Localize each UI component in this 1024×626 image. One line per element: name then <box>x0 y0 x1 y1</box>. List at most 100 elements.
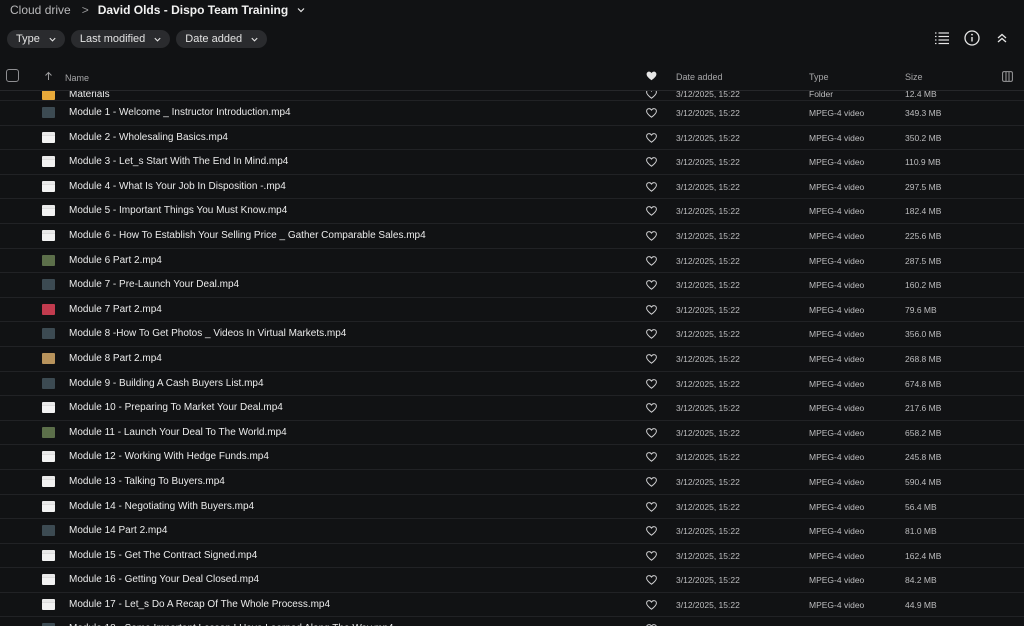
favorite-heart-icon[interactable] <box>646 378 657 389</box>
file-size: 217.6 MB <box>905 403 942 414</box>
favorite-heart-icon[interactable] <box>646 526 657 536</box>
favorite-heart-icon[interactable] <box>646 354 657 364</box>
breadcrumb-root[interactable]: Cloud drive <box>10 3 71 17</box>
file-row[interactable]: Module 6 Part 2.mp4 3/12/2025, 15:22 MPEG-… <box>0 249 1024 274</box>
file-type: MPEG-4 video <box>809 403 865 414</box>
file-name[interactable]: Module 3 - Let_s Start With The End In M… <box>69 156 288 167</box>
filter-bar: Type Last modified Date added <box>7 30 268 48</box>
file-row[interactable]: Module 18 - Some Important Lesson I Have… <box>0 617 1024 626</box>
favorite-heart-icon[interactable] <box>646 71 657 82</box>
filter-date-added[interactable]: Date added <box>176 30 268 48</box>
video-thumbnail-icon <box>42 598 55 610</box>
file-row[interactable]: Module 15 - Get The Contract Signed.mp4 3… <box>0 544 1024 569</box>
file-name[interactable]: Module 9 - Building A Cash Buyers List.m… <box>69 378 264 389</box>
file-name[interactable]: Module 17 - Let_s Do A Recap Of The Whol… <box>69 599 330 610</box>
file-name[interactable]: Module 12 - Working With Hedge Funds.mp4 <box>69 451 269 462</box>
favorite-heart-icon[interactable] <box>646 132 657 143</box>
file-row[interactable]: Module 10 - Preparing To Market Your Dea… <box>0 396 1024 421</box>
column-header-name[interactable]: Name <box>65 73 89 83</box>
info-icon[interactable] <box>964 30 980 46</box>
file-name[interactable]: Module 7 Part 2.mp4 <box>69 304 162 315</box>
file-name[interactable]: Module 7 - Pre-Launch Your Deal.mp4 <box>69 279 239 290</box>
favorite-heart-icon[interactable] <box>646 255 657 266</box>
favorite-heart-icon[interactable] <box>646 280 657 290</box>
file-name[interactable]: Module 11 - Launch Your Deal To The Worl… <box>69 427 287 438</box>
select-all-checkbox[interactable] <box>6 69 19 82</box>
favorite-heart-icon[interactable] <box>646 550 657 561</box>
file-row[interactable]: Module 8 Part 2.mp4 3/12/2025, 15:22 MPEG-… <box>0 347 1024 372</box>
column-header-date-added[interactable]: Date added <box>676 72 723 82</box>
favorite-heart-icon[interactable] <box>646 575 657 586</box>
file-name[interactable]: Module 6 Part 2.mp4 <box>69 255 162 266</box>
file-name[interactable]: Module 10 - Preparing To Market Your Dea… <box>69 402 283 413</box>
collapse-icon[interactable] <box>994 30 1010 46</box>
file-name[interactable]: Module 14 - Negotiating With Buyers.mp4 <box>69 501 254 512</box>
video-thumbnail-icon <box>42 328 55 340</box>
file-type: MPEG-4 video <box>809 304 865 315</box>
favorite-heart-icon[interactable] <box>646 599 657 610</box>
favorite-heart-icon[interactable] <box>646 181 657 192</box>
favorite-heart-icon[interactable] <box>646 157 657 168</box>
filter-last-modified[interactable]: Last modified <box>70 30 171 48</box>
file-row[interactable]: Module 13 - Talking To Buyers.mp4 3/12/20… <box>0 470 1024 495</box>
file-name[interactable]: Module 4 - What Is Your Job In Dispositi… <box>69 181 286 192</box>
sort-arrow-icon[interactable] <box>44 71 53 81</box>
file-size: 162.4 MB <box>905 550 942 561</box>
column-settings-icon[interactable] <box>1002 71 1013 82</box>
file-row[interactable]: Module 3 - Let_s Start With The End In M… <box>0 150 1024 175</box>
folder-icon <box>42 91 55 100</box>
file-date: 3/12/2025, 15:22 <box>676 353 740 364</box>
file-date: 3/12/2025, 15:22 <box>676 181 740 192</box>
file-row[interactable]: Module 5 - Important Things You Must Kno… <box>0 199 1024 224</box>
file-row[interactable]: Module 9 - Building A Cash Buyers List.m… <box>0 372 1024 397</box>
file-name[interactable]: Module 8 Part 2.mp4 <box>69 353 162 364</box>
favorite-heart-icon[interactable] <box>646 231 657 241</box>
file-name[interactable]: Module 14 Part 2.mp4 <box>69 525 167 536</box>
file-name[interactable]: Module 15 - Get The Contract Signed.mp4 <box>69 550 257 561</box>
file-date: 3/12/2025, 15:22 <box>676 575 740 586</box>
file-row[interactable]: Module 16 - Getting Your Deal Closed.mp4… <box>0 568 1024 593</box>
file-row[interactable]: Module 1 - Welcome _ Instructor Introduc… <box>0 101 1024 126</box>
file-size: 81.0 MB <box>905 526 937 537</box>
file-name[interactable]: Module 8 -How To Get Photos _ Videos In … <box>69 328 346 339</box>
favorite-heart-icon[interactable] <box>646 427 657 438</box>
file-row[interactable]: Module 7 Part 2.mp4 3/12/2025, 15:22 MPEG-… <box>0 298 1024 323</box>
file-size: 287.5 MB <box>905 255 942 266</box>
filter-type[interactable]: Type <box>7 30 65 48</box>
favorite-heart-icon[interactable] <box>646 108 657 118</box>
favorite-heart-icon[interactable] <box>646 329 657 340</box>
file-name[interactable]: Module 5 - Important Things You Must Kno… <box>69 205 287 216</box>
column-header-type[interactable]: Type <box>809 72 829 82</box>
file-row[interactable]: Module 17 - Let_s Do A Recap Of The Whol… <box>0 593 1024 618</box>
file-row[interactable]: Module 2 - Wholesaling Basics.mp4 3/12/20… <box>0 126 1024 151</box>
file-row[interactable]: Module 8 -How To Get Photos _ Videos In … <box>0 322 1024 347</box>
folder-row[interactable]: Materials 3/12/2025, 15:22 Folder 12.4 MB <box>0 91 1024 101</box>
breadcrumb-current-folder[interactable]: David Olds - Dispo Team Training <box>98 3 288 17</box>
file-name[interactable]: Module 1 - Welcome _ Instructor Introduc… <box>69 107 291 118</box>
list-view-icon[interactable] <box>934 30 950 46</box>
favorite-heart-icon[interactable] <box>646 91 657 99</box>
file-name[interactable]: Materials <box>69 91 110 100</box>
file-row[interactable]: Module 14 Part 2.mp4 3/12/2025, 15:22 MPEG… <box>0 519 1024 544</box>
file-row[interactable]: Module 11 - Launch Your Deal To The Worl… <box>0 421 1024 446</box>
favorite-heart-icon[interactable] <box>646 403 657 413</box>
file-name[interactable]: Module 2 - Wholesaling Basics.mp4 <box>69 132 228 143</box>
favorite-heart-icon[interactable] <box>646 452 657 463</box>
column-header-size[interactable]: Size <box>905 72 923 82</box>
favorite-heart-icon[interactable] <box>646 501 657 512</box>
favorite-heart-icon[interactable] <box>646 304 657 315</box>
file-row[interactable]: Module 12 - Working With Hedge Funds.mp4… <box>0 445 1024 470</box>
file-row[interactable]: Module 7 - Pre-Launch Your Deal.mp4 3/12/… <box>0 273 1024 298</box>
file-name[interactable]: Module 13 - Talking To Buyers.mp4 <box>69 476 225 487</box>
file-row[interactable]: Module 4 - What Is Your Job In Dispositi… <box>0 175 1024 200</box>
chevron-down-icon[interactable] <box>296 5 306 15</box>
favorite-heart-icon[interactable] <box>646 477 657 487</box>
file-row[interactable]: Module 6 - How To Establish Your Selling… <box>0 224 1024 249</box>
file-date: 3/12/2025, 15:22 <box>676 157 740 168</box>
file-row[interactable]: Module 14 - Negotiating With Buyers.mp4 3… <box>0 495 1024 520</box>
favorite-heart-icon[interactable] <box>646 206 657 217</box>
file-name[interactable]: Module 6 - How To Establish Your Selling… <box>69 230 426 241</box>
file-date: 3/12/2025, 15:22 <box>676 255 740 266</box>
file-date: 3/12/2025, 15:22 <box>676 427 740 438</box>
file-name[interactable]: Module 16 - Getting Your Deal Closed.mp4 <box>69 574 259 585</box>
